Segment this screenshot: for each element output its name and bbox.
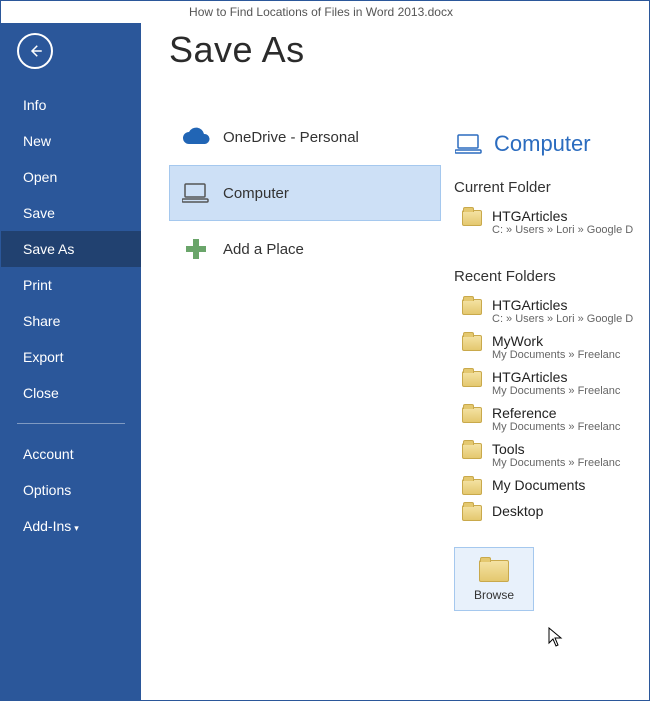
nav-item-new[interactable]: New xyxy=(1,123,141,159)
recent-folder[interactable]: MyWorkMy Documents » Freelanc xyxy=(454,329,649,365)
computer-icon xyxy=(181,181,211,205)
folder-path: My Documents » Freelanc xyxy=(492,421,620,433)
nav-item-print[interactable]: Print xyxy=(1,267,141,303)
recent-folder[interactable]: ReferenceMy Documents » Freelanc xyxy=(454,401,649,437)
nav-item-save-as[interactable]: Save As xyxy=(1,231,141,267)
nav-item-close[interactable]: Close xyxy=(1,375,141,411)
folder-name: Reference xyxy=(492,405,620,421)
folder-icon xyxy=(462,371,482,387)
location-onedrive-personal[interactable]: OneDrive - Personal xyxy=(169,109,441,165)
folder-name: HTGArticles xyxy=(492,369,620,385)
plus-icon xyxy=(181,237,211,261)
nav-item-info[interactable]: Info xyxy=(1,87,141,123)
chevron-down-icon: ▾ xyxy=(74,523,79,533)
folder-path: C: » Users » Lori » Google D xyxy=(492,313,633,325)
folder-icon xyxy=(462,299,482,315)
folder-name: Tools xyxy=(492,441,620,457)
nav-item-open[interactable]: Open xyxy=(1,159,141,195)
folder-open-icon xyxy=(479,560,509,582)
recent-folder[interactable]: ToolsMy Documents » Freelanc xyxy=(454,437,649,473)
location-label: Computer xyxy=(223,185,289,202)
location-label: Add a Place xyxy=(223,241,304,258)
nav-item-account[interactable]: Account xyxy=(1,436,141,472)
details-column: Computer Current Folder HTGArticles C: »… xyxy=(454,27,649,700)
folder-icon xyxy=(462,505,482,521)
nav-item-export[interactable]: Export xyxy=(1,339,141,375)
location-label: OneDrive - Personal xyxy=(223,129,359,146)
nav-divider xyxy=(17,423,125,424)
folder-name: MyWork xyxy=(492,333,620,349)
folder-name: HTGArticles xyxy=(492,297,633,313)
content-area: Save As OneDrive - Personal Computer Add a… xyxy=(141,23,649,700)
recent-folder[interactable]: HTGArticlesC: » Users » Lori » Google D xyxy=(454,293,649,329)
current-folder-header: Current Folder xyxy=(454,179,649,196)
folder-path: My Documents » Freelanc xyxy=(492,457,620,469)
main-area: InfoNewOpenSaveSave AsPrintShareExportCl… xyxy=(1,23,649,700)
recent-folders-header: Recent Folders xyxy=(454,268,649,285)
window-title: How to Find Locations of Files in Word 2… xyxy=(1,1,649,23)
back-button[interactable] xyxy=(17,33,53,69)
computer-icon xyxy=(454,132,484,156)
cloud-icon xyxy=(181,125,211,149)
page-title: Save As xyxy=(169,29,454,71)
folder-icon xyxy=(462,210,482,226)
folder-icon xyxy=(462,479,482,495)
folder-path: C: » Users » Lori » Google D xyxy=(492,224,633,236)
recent-folder[interactable]: HTGArticlesMy Documents » Freelanc xyxy=(454,365,649,401)
recent-folder[interactable]: Desktop xyxy=(454,499,649,525)
browse-label: Browse xyxy=(455,588,533,602)
folder-name: My Documents xyxy=(492,477,585,493)
folder-icon xyxy=(462,443,482,459)
nav-item-share[interactable]: Share xyxy=(1,303,141,339)
backstage-sidebar: InfoNewOpenSaveSave AsPrintShareExportCl… xyxy=(1,23,141,700)
folder-name: HTGArticles xyxy=(492,208,633,224)
details-header: Computer xyxy=(454,131,649,157)
folder-path: My Documents » Freelanc xyxy=(492,349,620,361)
browse-button[interactable]: Browse xyxy=(454,547,534,611)
back-arrow-icon xyxy=(26,42,44,60)
nav-item-save[interactable]: Save xyxy=(1,195,141,231)
nav-item-add-ins[interactable]: Add-Ins▾ xyxy=(1,508,141,544)
locations-column: Save As OneDrive - Personal Computer Add a… xyxy=(169,27,454,700)
folder-icon xyxy=(462,335,482,351)
location-add-a-place[interactable]: Add a Place xyxy=(169,221,441,277)
folder-path: My Documents » Freelanc xyxy=(492,385,620,397)
folder-name: Desktop xyxy=(492,503,543,519)
location-computer[interactable]: Computer xyxy=(169,165,441,221)
current-folder[interactable]: HTGArticles C: » Users » Lori » Google D xyxy=(454,204,649,240)
folder-icon xyxy=(462,407,482,423)
details-header-text: Computer xyxy=(494,131,591,157)
nav-item-options[interactable]: Options xyxy=(1,472,141,508)
recent-folder[interactable]: My Documents xyxy=(454,473,649,499)
